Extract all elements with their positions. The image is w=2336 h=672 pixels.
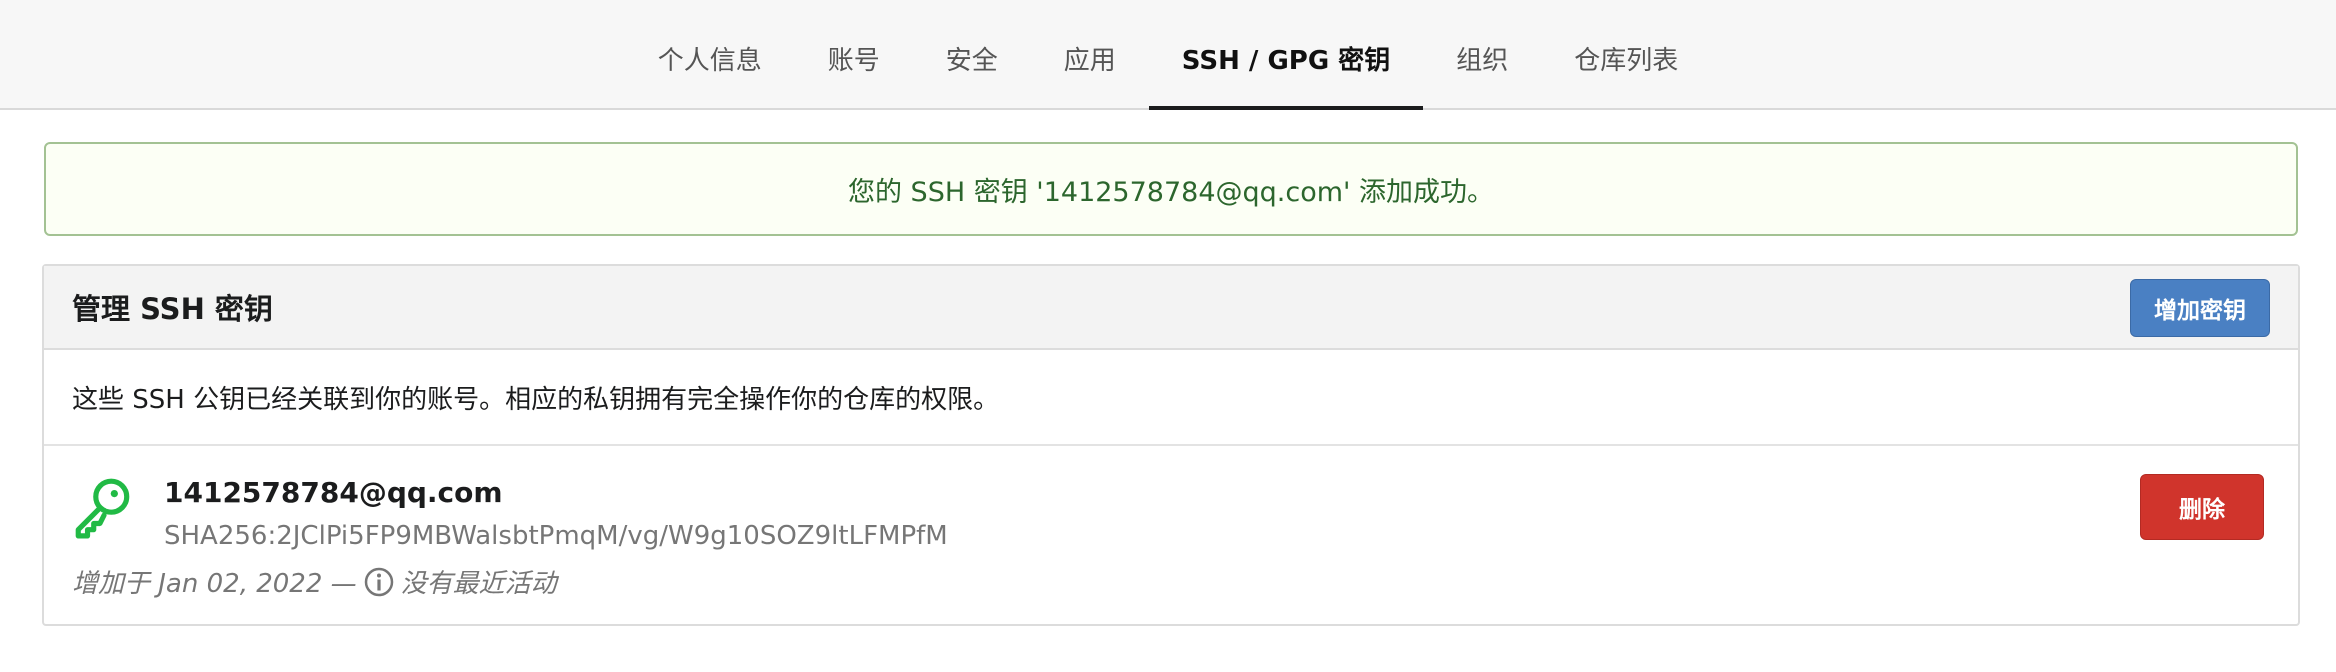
tab-profile[interactable]: 个人信息 <box>625 0 795 108</box>
key-name: 1412578784@qq.com <box>164 476 503 509</box>
success-alert-message: 您的 SSH 密钥 '1412578784@qq.com' 添加成功。 <box>847 176 1495 208</box>
tab-security[interactable]: 安全 <box>913 0 1031 108</box>
add-key-button[interactable]: 增加密钥 <box>2130 279 2270 337</box>
settings-top-nav: 个人信息 账号 安全 应用 SSH / GPG 密钥 组织 仓库列表 <box>0 0 2336 110</box>
ssh-keys-panel: 管理 SSH 密钥 增加密钥 这些 SSH 公钥已经关联到你的账号。相应的私钥拥… <box>42 264 2300 626</box>
key-added-date: 增加于 Jan 02, 2022 — <box>72 569 357 599</box>
delete-key-button[interactable]: 删除 <box>2140 474 2264 540</box>
key-icon <box>75 478 130 539</box>
tab-ssh-gpg-keys[interactable]: SSH / GPG 密钥 <box>1148 0 1424 110</box>
ssh-key-item: 1412578784@qq.com SHA256:2JClPi5FP9MBWal… <box>44 446 2298 624</box>
info-icon <box>364 567 393 596</box>
panel-title: 管理 SSH 密钥 <box>72 292 273 326</box>
tab-account[interactable]: 账号 <box>795 0 913 108</box>
tab-repositories[interactable]: 仓库列表 <box>1541 0 1711 108</box>
tab-applications[interactable]: 应用 <box>1031 0 1149 108</box>
key-meta: 增加于 Jan 02, 2022 — 没有最近活动 <box>72 563 557 600</box>
key-activity: 没有最近活动 <box>400 569 557 599</box>
key-fingerprint: SHA256:2JClPi5FP9MBWalsbtPmqM/vg/W9g10SO… <box>164 521 948 551</box>
success-alert: 您的 SSH 密钥 '1412578784@qq.com' 添加成功。 <box>44 142 2298 236</box>
tab-organizations[interactable]: 组织 <box>1423 0 1541 108</box>
settings-tabs: 个人信息 账号 安全 应用 SSH / GPG 密钥 组织 仓库列表 <box>0 0 2336 110</box>
ssh-keys-panel-header: 管理 SSH 密钥 增加密钥 <box>44 266 2298 350</box>
panel-description: 这些 SSH 公钥已经关联到你的账号。相应的私钥拥有完全操作你的仓库的权限。 <box>44 350 2298 446</box>
